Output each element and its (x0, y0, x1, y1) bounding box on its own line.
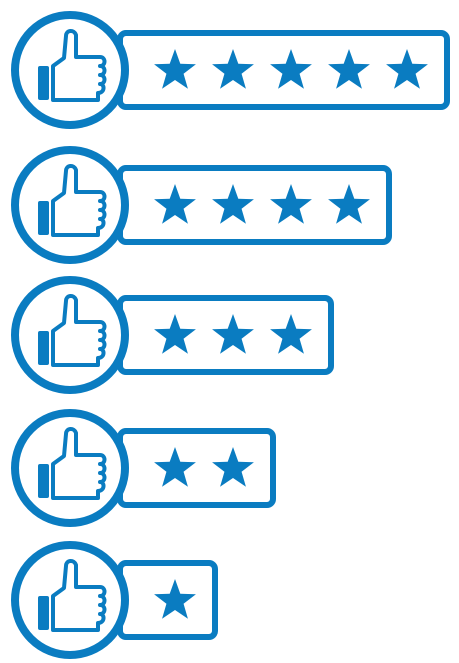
rating-row (11, 146, 392, 264)
rating-row (11, 541, 218, 659)
rating-row (11, 409, 276, 527)
rating-row (11, 276, 334, 394)
rating-levels-graphic (11, 11, 450, 659)
rating-bar (117, 428, 276, 508)
rating-row (11, 11, 450, 129)
